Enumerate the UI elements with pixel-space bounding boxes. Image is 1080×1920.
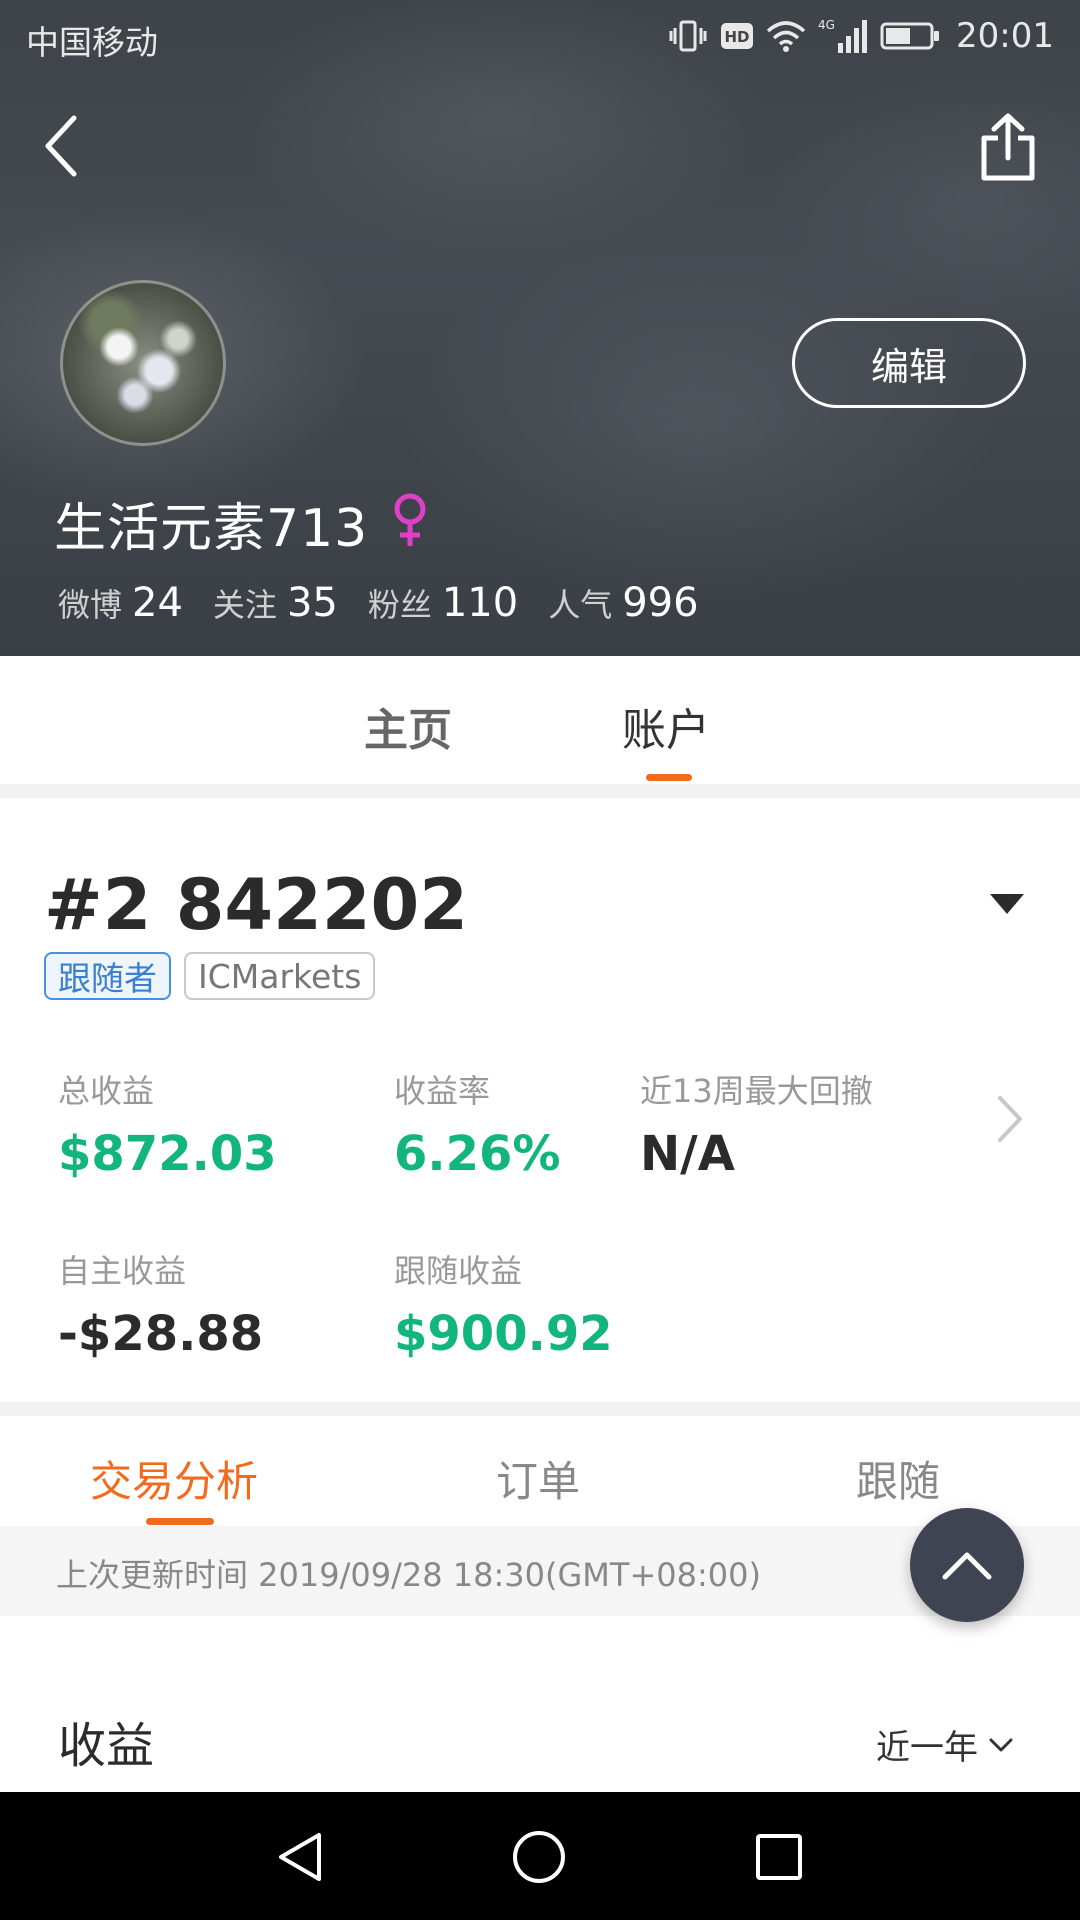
main-tabs: 主页 账户	[0, 656, 1080, 784]
female-icon	[390, 492, 430, 548]
svg-text:HD: HD	[725, 28, 750, 46]
account-id: #2 842202	[44, 864, 468, 946]
back-arrow-icon	[45, 115, 77, 177]
stat-label: 人气	[548, 586, 613, 624]
signal-icon: 4G	[818, 17, 868, 55]
stat-weibo[interactable]: 微博 24	[58, 580, 183, 626]
metric-label: 跟随收益	[394, 1252, 523, 1290]
wifi-icon	[766, 19, 806, 53]
sub-tabs: 交易分析 订单 跟随	[0, 1416, 1080, 1526]
metric-value: N/A	[640, 1126, 735, 1182]
metric-label: 收益率	[394, 1072, 491, 1110]
tab-home[interactable]: 主页	[364, 694, 452, 758]
stat-label: 微博	[58, 586, 123, 624]
metric-self-earnings: 自主收益 -$28.88	[58, 1246, 263, 1362]
divider	[0, 1402, 1080, 1416]
share-icon	[981, 113, 1035, 181]
metric-value: $900.92	[394, 1306, 613, 1362]
stat-label: 粉丝	[367, 586, 432, 624]
carrier-label: 中国移动	[26, 23, 158, 62]
chevron-right-icon	[998, 1096, 1022, 1142]
profile-stats: 微博 24 关注 35 粉丝 110 人气 996	[58, 580, 729, 626]
stat-value: 24	[132, 580, 183, 626]
stat-value: 35	[286, 580, 338, 626]
account-switch-dropdown[interactable]	[988, 892, 1026, 916]
username: 生活元素713	[54, 499, 369, 559]
battery-icon	[880, 21, 940, 51]
stat-following[interactable]: 关注 35	[213, 580, 338, 626]
stat-fans[interactable]: 粉丝 110	[368, 580, 518, 626]
active-tab-indicator	[646, 774, 692, 781]
earnings-section-title: 收益	[58, 1718, 155, 1774]
profile-header: 中国移动 HD 4G 20:01 编辑 生活元素713 微博 24 关注 35 …	[0, 0, 1080, 656]
nav-recents-button[interactable]	[744, 1822, 814, 1892]
stat-popularity[interactable]: 人气 996	[548, 580, 698, 626]
active-subtab-indicator	[146, 1518, 214, 1525]
broker-tag: ICMarkets	[184, 952, 376, 1000]
stat-value: 110	[441, 580, 519, 626]
system-nav-bar	[0, 1792, 1080, 1920]
hd-icon: HD	[720, 21, 754, 51]
vibrate-icon	[668, 18, 708, 54]
stat-value: 996	[622, 580, 699, 626]
nav-back-button[interactable]	[264, 1822, 334, 1892]
follower-tag: 跟随者	[44, 952, 171, 1000]
period-label: 近一年	[876, 1728, 978, 1768]
tab-account[interactable]: 账户	[622, 694, 710, 758]
back-button[interactable]	[40, 112, 84, 180]
metrics-detail-button[interactable]	[996, 1094, 1024, 1144]
tab-follow[interactable]: 跟随	[856, 1448, 940, 1509]
clock: 20:01	[956, 16, 1054, 56]
triangle-back-icon	[279, 1833, 321, 1881]
divider	[0, 784, 1080, 798]
metric-value: $872.03	[58, 1126, 277, 1182]
tab-trade-analysis[interactable]: 交易分析	[90, 1448, 258, 1509]
period-select[interactable]: 近一年	[876, 1720, 1014, 1769]
share-button[interactable]	[976, 112, 1040, 184]
metric-value: -$28.88	[58, 1306, 264, 1362]
metric-max-drawdown: 近13周最大回撤 N/A	[640, 1066, 873, 1182]
stat-label: 关注	[212, 586, 277, 624]
status-icons: HD 4G 20:01	[668, 14, 1054, 58]
square-recents-icon	[756, 1834, 802, 1880]
metric-label: 总收益	[58, 1072, 155, 1110]
triangle-down-icon	[990, 894, 1024, 914]
metric-label: 近13周最大回撤	[640, 1072, 873, 1110]
avatar[interactable]	[60, 280, 226, 446]
nav-home-button[interactable]	[504, 1822, 574, 1892]
last-update-text: 上次更新时间 2019/09/28 18:30(GMT+08:00)	[56, 1556, 761, 1594]
metric-total-earnings: 总收益 $872.03	[58, 1066, 277, 1182]
status-bar: 中国移动 HD 4G 20:01	[0, 0, 1080, 76]
edit-profile-button[interactable]: 编辑	[792, 318, 1026, 408]
scroll-top-button[interactable]	[910, 1508, 1024, 1622]
chevron-down-icon	[989, 1738, 1013, 1751]
circle-home-icon	[513, 1831, 565, 1883]
tab-orders[interactable]: 订单	[496, 1448, 580, 1509]
metric-value: 6.26%	[394, 1126, 561, 1182]
chevron-up-icon	[942, 1552, 992, 1580]
svg-text:4G: 4G	[818, 18, 835, 32]
metric-return-rate: 收益率 6.26%	[394, 1066, 561, 1182]
metric-follow-earnings: 跟随收益 $900.92	[394, 1246, 613, 1362]
metric-label: 自主收益	[58, 1252, 187, 1290]
